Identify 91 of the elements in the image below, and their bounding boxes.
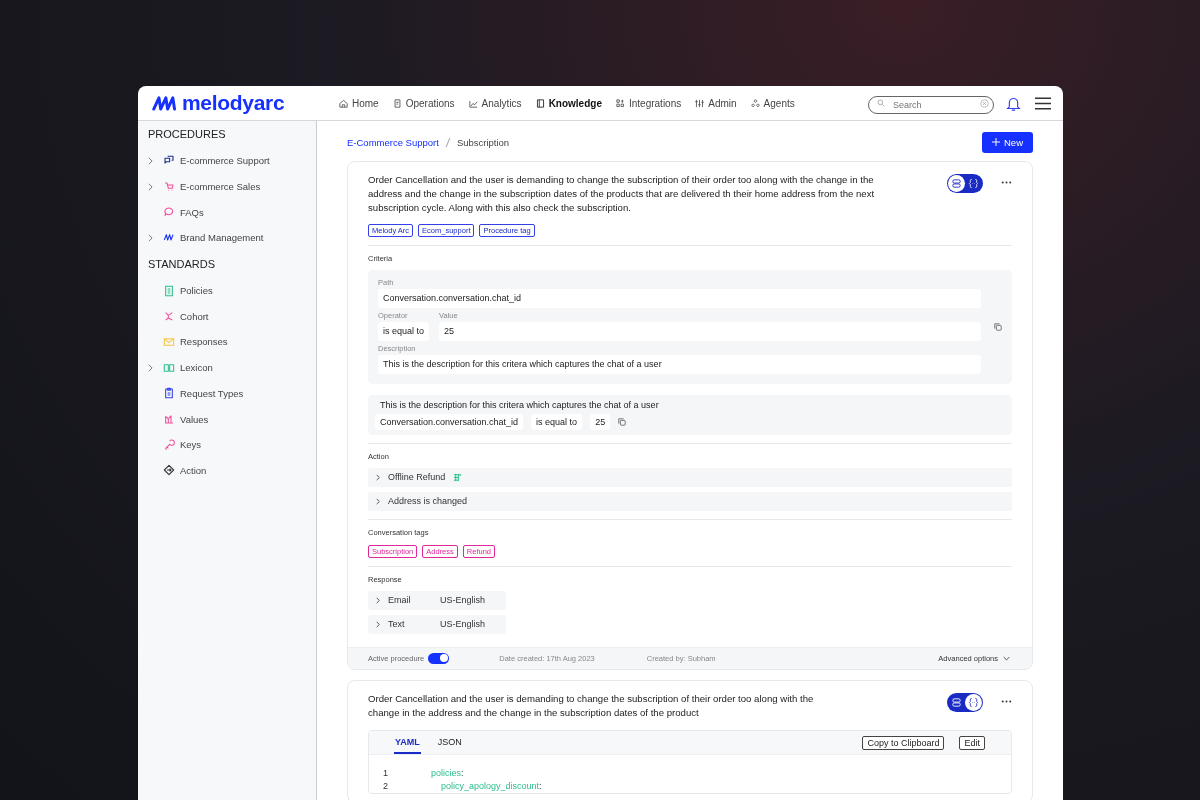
search-icon <box>877 99 885 107</box>
speech-bubble-icon <box>163 206 175 219</box>
logo-icon <box>163 231 175 244</box>
chart-icon <box>163 413 175 426</box>
book-icon <box>534 97 546 109</box>
view-toggle[interactable] <box>947 692 983 712</box>
sidebar-item[interactable]: Values <box>163 413 209 426</box>
action-row[interactable]: Address is changed <box>368 491 1012 511</box>
diamond-icon <box>163 464 175 477</box>
operator-field[interactable]: is equal to <box>378 321 430 341</box>
people-icon <box>749 97 761 109</box>
grid-icon <box>614 97 626 109</box>
code-view-option[interactable] <box>965 693 982 711</box>
list-icon <box>951 178 962 189</box>
breadcrumb-link[interactable]: E-Commerce Support <box>347 136 439 148</box>
chevron-icon <box>376 497 380 505</box>
breadcrumb-link[interactable]: Subscription <box>456 136 510 148</box>
nav-link[interactable]: Analytics <box>467 97 522 109</box>
format-tab[interactable]: YAML <box>394 731 421 754</box>
nav-link[interactable]: Integrations <box>614 97 682 109</box>
more-icon[interactable] <box>1001 699 1012 703</box>
sidebar-item[interactable]: Action <box>163 464 207 477</box>
section-heading: PROCEDURES <box>148 127 227 142</box>
home-icon <box>338 97 349 109</box>
operator-chip: is equal to <box>531 413 583 430</box>
sidebar-item[interactable]: Brand Management <box>163 231 264 244</box>
chevron-icon[interactable] <box>148 363 153 372</box>
list-icon <box>951 696 962 708</box>
value-field[interactable]: 25 <box>439 321 981 341</box>
list-view-option[interactable] <box>948 175 965 192</box>
chevron-icon <box>376 620 380 628</box>
nav-link[interactable]: Admin <box>694 97 737 109</box>
action-row[interactable]: Offline Refund <box>368 467 1012 487</box>
more-icon[interactable] <box>1001 181 1012 184</box>
chevron-icon <box>376 596 380 604</box>
logo-icon <box>152 95 178 111</box>
response-row[interactable]: Text US-English <box>368 614 506 634</box>
edit-button[interactable]: Edit <box>959 735 985 750</box>
value-chip: 25 <box>590 413 611 430</box>
cart-icon <box>163 180 175 193</box>
envelope-icon <box>163 335 175 348</box>
sidebar-item[interactable]: Policies <box>163 284 213 297</box>
format-tab[interactable]: JSON <box>436 731 463 754</box>
nav-link[interactable]: Home <box>338 97 379 109</box>
chevron-icon <box>376 473 380 481</box>
nav-link[interactable]: Agents <box>749 97 795 109</box>
sidebar-item[interactable]: FAQs <box>163 206 204 219</box>
sidebar-item[interactable]: Responses <box>163 335 228 348</box>
nav-link[interactable]: Knowledge <box>534 97 602 109</box>
path-chip: Conversation.conversation.chat_id <box>375 413 524 430</box>
copy-button[interactable]: Copy to Clipboard <box>862 735 945 750</box>
code-line: policies: <box>431 767 464 780</box>
chevron-icon[interactable] <box>148 182 153 191</box>
copy-icon[interactable] <box>994 323 1002 332</box>
network-icon <box>163 310 175 323</box>
grid-icon <box>453 472 463 482</box>
section-heading: STANDARDS <box>148 256 217 272</box>
view-toggle[interactable] <box>947 174 983 193</box>
chevron-icon[interactable] <box>148 233 153 242</box>
search-field[interactable]: Search <box>868 96 994 114</box>
procedure-title: Order Cancellation and the user is demanding to change the subscription of their order too along with the change in the address and the change in the subscription dates of the products that are delivered th their home address from the next subscription cycle. Along with this also check the subscription. <box>368 173 876 216</box>
description-field[interactable]: This is the description for this critera which captures the chat of a user <box>378 354 981 374</box>
sliders-icon <box>694 97 706 109</box>
copy-icon[interactable] <box>618 417 627 426</box>
line-number: 1 <box>383 767 389 780</box>
criteria-description: This is the description for this critera which captures the chat of a user <box>379 399 660 410</box>
logo-text: melodyarc <box>182 91 285 115</box>
active-switch[interactable] <box>428 652 450 664</box>
book-icon <box>163 361 175 374</box>
sidebar-item[interactable]: Lexicon <box>163 361 213 374</box>
chevron-icon[interactable] <box>148 156 153 165</box>
sidebar-item[interactable]: Request Types <box>163 387 244 400</box>
code-line: policy_apology_discount: <box>440 780 542 793</box>
clipboard-icon <box>163 387 175 400</box>
sidebar-item[interactable]: Cohort <box>163 310 209 323</box>
new-button[interactable]: New <box>982 131 1033 153</box>
sidebar-item[interactable]: E-commerce Sales <box>163 180 261 193</box>
sidebar-item[interactable]: Keys <box>163 438 202 451</box>
plus-icon <box>992 138 1000 146</box>
sidebar-item[interactable]: E-commerce Support <box>163 154 270 167</box>
line-number: 2 <box>383 780 389 793</box>
menu-icon[interactable] <box>1035 96 1051 110</box>
chevron-down-icon <box>1003 655 1010 661</box>
procedure-title: Order Cancellation and the user is demanding to change the subscription of their order too along with the change in the address and the change in the subscription dates of the product <box>368 691 815 720</box>
path-field[interactable]: Conversation.conversation.chat_id <box>378 288 981 308</box>
separator-icon <box>444 136 451 148</box>
nav-link[interactable]: Operations <box>391 97 455 109</box>
response-row[interactable]: Email US-English <box>368 590 506 610</box>
document-icon <box>163 284 175 297</box>
document-icon <box>391 97 403 109</box>
key-icon <box>163 438 175 451</box>
